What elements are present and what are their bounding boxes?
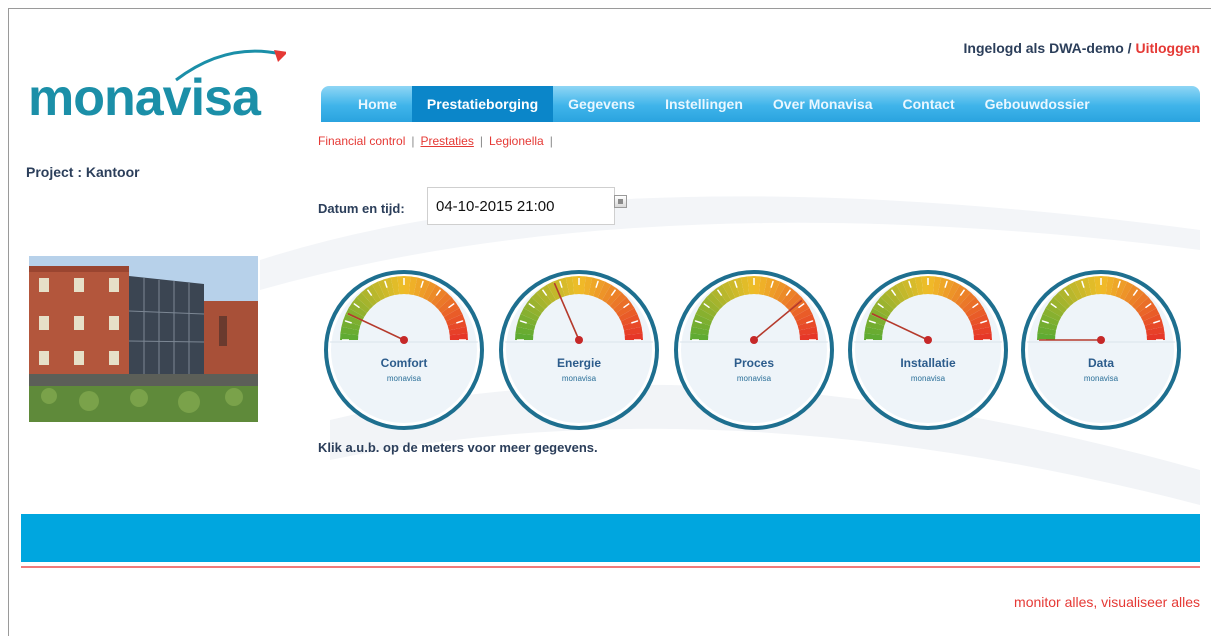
logo-text: monavisa <box>28 69 261 127</box>
gauge-energie[interactable]: Energie monavisa <box>497 268 661 432</box>
footer-bar <box>21 514 1200 562</box>
gauge-label: Comfort <box>380 356 428 370</box>
gauge-label: Installatie <box>900 356 956 370</box>
gauge-pivot <box>400 336 408 344</box>
main-nav: Home Prestatieborging Gegevens Instellingen… <box>321 86 1200 122</box>
logout-link[interactable]: Uitloggen <box>1135 40 1200 56</box>
gauge-brand: monavisa <box>386 374 422 383</box>
nav-item-over-monavisa[interactable]: Over Monavisa <box>758 86 888 122</box>
subnav-separator: | <box>549 134 553 148</box>
gauge-dial <box>674 270 834 430</box>
sub-nav: Financial control | Prestaties | Legionella | <box>318 134 559 148</box>
gauge-label: Proces <box>733 356 775 370</box>
nav-item-instellingen[interactable]: Instellingen <box>650 86 758 122</box>
nav-item-gebouwdossier[interactable]: Gebouwdossier <box>970 86 1105 122</box>
gauge-dial <box>324 270 484 430</box>
gauge-dial <box>1021 270 1181 430</box>
gauge-brand: monavisa <box>561 374 597 383</box>
gauge-brand: monavisa <box>910 374 946 383</box>
gauge-brand: monavisa <box>736 374 772 383</box>
gauge-comfort[interactable]: Comfort monavisa <box>322 268 486 432</box>
gauge-hint: Klik a.u.b. op de meters voor meer gegev… <box>318 440 598 455</box>
gauge-dial <box>848 270 1008 430</box>
calendar-icon[interactable] <box>614 195 627 208</box>
login-user-text: Ingelogd als DWA-demo / <box>963 40 1132 56</box>
nav-item-gegevens[interactable]: Gegevens <box>553 86 650 122</box>
gauge-brand: monavisa <box>1083 374 1119 383</box>
gauge-pivot <box>575 336 583 344</box>
login-status: Ingelogd als DWA-demo / Uitloggen <box>964 40 1200 56</box>
nav-item-contact[interactable]: Contact <box>888 86 970 122</box>
subnav-separator: | <box>479 134 483 148</box>
datetime-label: Datum en tijd: <box>318 201 405 216</box>
gauge-installatie[interactable]: Installatie monavisa <box>846 268 1010 432</box>
gauge-dial <box>499 270 659 430</box>
building-photo <box>29 256 258 422</box>
subnav-separator: | <box>411 134 415 148</box>
gauge-pivot <box>1097 336 1105 344</box>
nav-item-home[interactable]: Home <box>343 86 412 122</box>
datetime-input[interactable] <box>427 187 615 225</box>
footer-divider <box>21 566 1200 568</box>
project-title: Project : Kantoor <box>26 164 140 180</box>
gauge-proces[interactable]: Proces monavisa <box>672 268 836 432</box>
nav-item-prestatieborging[interactable]: Prestatieborging <box>411 86 554 122</box>
gauge-label: Energie <box>556 356 601 370</box>
gauge-label: Data <box>1087 356 1114 370</box>
subnav-item-prestaties[interactable]: Prestaties <box>421 134 474 148</box>
footer-tagline: monitor alles, visualiseer alles <box>1014 594 1200 610</box>
gauge-pivot <box>750 336 758 344</box>
gauge-pivot <box>924 336 932 344</box>
gauge-data[interactable]: Data monavisa <box>1019 268 1183 432</box>
subnav-item-legionella[interactable]: Legionella <box>489 134 544 148</box>
subnav-item-financial-control[interactable]: Financial control <box>318 134 405 148</box>
monavisa-logo[interactable]: monavisa <box>26 40 286 127</box>
